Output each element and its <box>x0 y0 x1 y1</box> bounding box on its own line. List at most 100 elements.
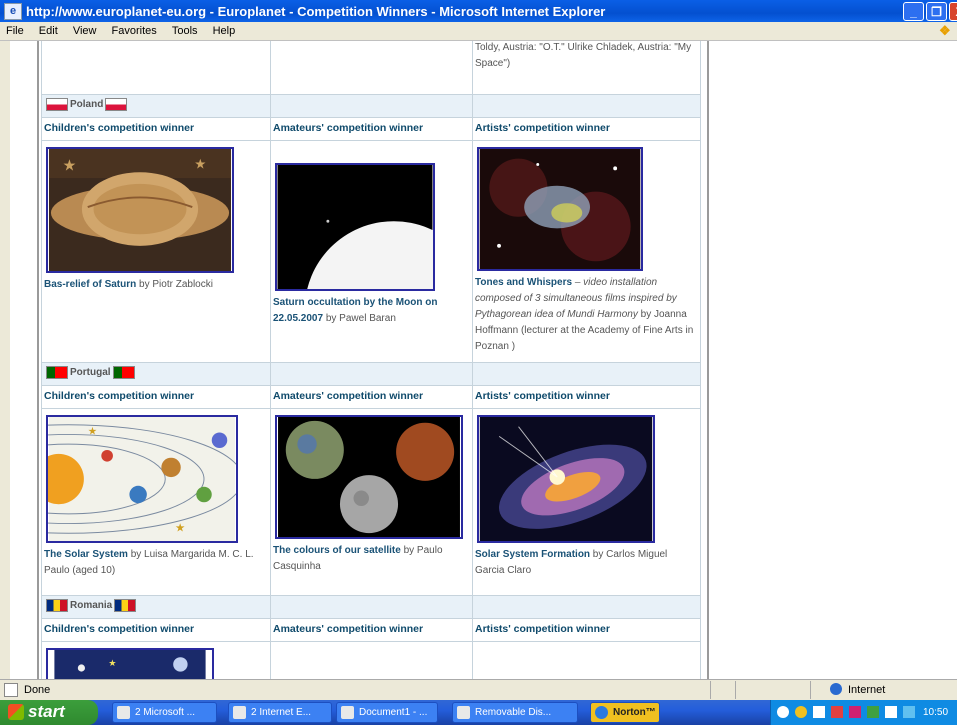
menu-tools[interactable]: Tools <box>166 22 204 37</box>
bas-relief-saturn-image[interactable]: ★ ★ <box>46 147 234 273</box>
word-icon <box>341 706 354 719</box>
portugal-flag-icon <box>46 365 68 379</box>
table-row: Toldy, Austria: "O.T." Ulrike Chladek, A… <box>41 41 701 95</box>
task-label: Norton™ <box>613 707 656 718</box>
menu-bar: File Edit View Favorites Tools Help <box>0 22 957 41</box>
task-label: Document1 - ... <box>359 707 428 718</box>
children-header: Children's competition winner <box>41 618 271 642</box>
romania-flag-icon <box>46 598 68 612</box>
page-icon <box>4 683 18 697</box>
window-titlebar[interactable]: e http://www.europlanet-eu.org - Europla… <box>0 0 957 22</box>
header-row: Children's competition winner Amateurs' … <box>41 117 701 141</box>
signal-icon[interactable] <box>885 706 897 718</box>
entry-title[interactable]: The colours of our satellite <box>273 545 401 556</box>
windows-flag-icon <box>8 704 24 720</box>
svg-text:★: ★ <box>175 521 185 534</box>
country-poland: Poland <box>41 94 271 118</box>
artists-header: Artists' competition winner <box>472 385 701 409</box>
poland-flag-icon <box>46 97 68 111</box>
artists-header: Artists' competition winner <box>472 618 701 642</box>
table-cell <box>270 641 473 679</box>
entry-cell: ★ ★ Bas-relief of Saturn by Piotr Zabloc… <box>41 140 271 363</box>
network-icon[interactable] <box>867 706 879 718</box>
romania-flag-icon <box>114 598 137 612</box>
menu-edit[interactable]: Edit <box>33 22 64 37</box>
security-zone: Internet <box>848 684 886 696</box>
start-label: start <box>28 702 65 721</box>
minimize-button[interactable]: _ <box>903 2 924 21</box>
status-divider <box>810 681 811 699</box>
entry-title[interactable]: The Solar System <box>44 549 128 560</box>
shield-icon[interactable] <box>795 706 807 718</box>
country-row: Poland <box>41 94 701 118</box>
connection-icon[interactable] <box>903 706 915 718</box>
menu-favorites[interactable]: Favorites <box>106 22 163 37</box>
taskbar-item-norton[interactable]: Norton™ <box>590 702 660 723</box>
artists-cell-austria: Toldy, Austria: "O.T." Ulrike Chladek, A… <box>472 41 701 95</box>
menu-file[interactable]: File <box>0 22 30 37</box>
clock[interactable]: 10:50 <box>923 707 948 718</box>
table-cell <box>472 595 701 619</box>
table-cell <box>270 94 473 118</box>
country-name: Portugal <box>70 367 111 378</box>
norton-tray-icon[interactable] <box>831 706 843 718</box>
entry-row: ★ ★ The Solar System by Luisa Margarida … <box>41 408 701 596</box>
entry-title[interactable]: Solar System Formation <box>475 549 590 560</box>
status-text: Done <box>24 684 51 696</box>
portugal-flag-icon <box>112 365 135 379</box>
taskbar-item-microsoft[interactable]: 2 Microsoft ... <box>112 702 217 723</box>
winners-table: Toldy, Austria: "O.T." Ulrike Chladek, A… <box>41 41 701 679</box>
taskbar-item-removable-disk[interactable]: Removable Dis... <box>452 702 578 723</box>
amateurs-header: Amateurs' competition winner <box>270 117 473 141</box>
entry-cell: Tones and Whispers – video installation … <box>472 140 701 363</box>
browser-viewport[interactable]: Toldy, Austria: "O.T." Ulrike Chladek, A… <box>10 41 957 679</box>
solar-system-formation-image[interactable] <box>477 415 655 543</box>
status-bar: Done Internet <box>0 679 957 700</box>
back-arrow-icon[interactable] <box>777 706 789 718</box>
entry-author: by Piotr Zablocki <box>136 279 213 290</box>
ie-icon <box>233 706 246 719</box>
svg-text:★: ★ <box>88 425 98 437</box>
amateurs-header: Amateurs' competition winner <box>270 618 473 642</box>
maximize-button[interactable]: ❐ <box>926 2 947 21</box>
header-row: Children's competition winner Amateurs' … <box>41 618 701 642</box>
entry-row: ★ ★ Bas-relief of Saturn by Piotr Zabloc… <box>41 140 701 363</box>
window-title: http://www.europlanet-eu.org - Europlane… <box>26 4 606 19</box>
tones-and-whispers-image[interactable] <box>477 147 643 271</box>
children-header: Children's competition winner <box>41 117 271 141</box>
close-button[interactable]: X <box>949 2 957 21</box>
ie-page-icon: e <box>4 3 22 20</box>
taskbar: start 2 Microsoft ... 2 Internet E... Do… <box>0 700 957 725</box>
solar-system-drawing-image[interactable]: ★ ★ <box>46 415 238 543</box>
norton-icon <box>595 706 608 719</box>
status-divider <box>735 681 736 699</box>
task-label: 2 Internet E... <box>251 707 312 718</box>
status-divider <box>710 681 711 699</box>
country-portugal: Portugal <box>41 362 271 386</box>
table-cell <box>472 362 701 386</box>
speaker-icon[interactable] <box>813 706 825 718</box>
menu-help[interactable]: Help <box>207 22 242 37</box>
app-tray-icon[interactable] <box>849 706 861 718</box>
taskbar-item-internet-explorer[interactable]: 2 Internet E... <box>228 702 332 723</box>
entry-cell: ★ <box>41 641 271 679</box>
menu-view[interactable]: View <box>67 22 103 37</box>
saturn-occultation-image[interactable] <box>275 163 435 291</box>
entry-row: ★ <box>41 641 701 679</box>
colours-of-satellite-image[interactable] <box>275 415 463 539</box>
table-cell <box>270 595 473 619</box>
start-button[interactable]: start <box>0 700 98 725</box>
entry-cell: The colours of our satellite by Paulo Ca… <box>270 408 473 596</box>
entry-author: by Pawel Baran <box>323 313 396 324</box>
svg-text:★: ★ <box>63 157 77 174</box>
table-cell <box>41 41 271 95</box>
taskbar-item-document1[interactable]: Document1 - ... <box>336 702 438 723</box>
amateurs-header: Amateurs' competition winner <box>270 385 473 409</box>
header-row: Children's competition winner Amateurs' … <box>41 385 701 409</box>
svg-text:★: ★ <box>194 156 206 171</box>
page-content: Toldy, Austria: "O.T." Ulrike Chladek, A… <box>37 41 709 679</box>
entry-title[interactable]: Bas-relief of Saturn <box>44 279 136 290</box>
romania-children-image[interactable]: ★ <box>46 648 214 679</box>
entry-title[interactable]: Tones and Whispers <box>475 277 572 288</box>
children-header: Children's competition winner <box>41 385 271 409</box>
